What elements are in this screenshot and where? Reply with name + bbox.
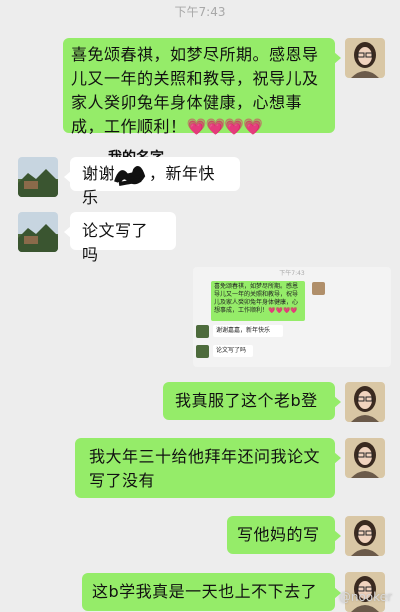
message-text: 论文写了吗 <box>82 221 149 264</box>
message-bubble-outgoing[interactable]: 我真服了这个老b登 <box>163 382 341 420</box>
redaction-scribble-icon <box>114 166 146 186</box>
embedded-avatar <box>196 345 209 358</box>
self-avatar[interactable] <box>345 516 385 556</box>
message-text: 我真服了这个老b登 <box>175 391 318 410</box>
embedded-avatar <box>196 325 209 338</box>
contact-avatar[interactable] <box>18 212 58 252</box>
self-avatar[interactable] <box>345 382 385 422</box>
message-bubble-outgoing[interactable]: 写他妈的写 <box>227 516 341 554</box>
message-bubble-outgoing[interactable]: 这b学我真是一天也上不下去了 <box>82 573 341 611</box>
message-bubble-outgoing[interactable]: 我大年三十给他拜年还问我论文写了没有 <box>75 438 341 498</box>
embedded-bubble-outgoing: 喜免颂春祺，如梦尽所期。感恩导儿又一年的关照和教导，祝导儿及家人癸卯兔年身体健康… <box>211 281 305 321</box>
image-message-screenshot[interactable]: 下午7:43 喜免颂春祺，如梦尽所期。感恩导儿又一年的关照和教导，祝导儿及家人癸… <box>193 267 391 367</box>
chat-timestamp: 下午7:43 <box>174 5 226 19</box>
contact-avatar[interactable] <box>18 157 58 197</box>
embedded-timestamp: 下午7:43 <box>279 270 305 277</box>
message-bubble-outgoing[interactable]: 喜免颂春祺，如梦尽所期。感恩导儿又一年的关照和教导，祝导儿及家人癸卯兔年身体健康… <box>63 38 341 136</box>
embedded-avatar <box>312 282 325 295</box>
message-text: 这b学我真是一天也上不下去了 <box>92 582 318 601</box>
message-text-start: 谢谢 <box>82 164 116 183</box>
self-avatar[interactable] <box>345 38 385 78</box>
embedded-bubble-incoming: 论文写了吗 <box>213 345 253 357</box>
message-text: 写他妈的写 <box>237 525 320 544</box>
message-bubble-incoming[interactable]: 论文写了吗 <box>64 212 176 264</box>
self-avatar[interactable] <box>345 438 385 478</box>
heart-emoji-icon: 💗💗💗💗 <box>186 117 264 136</box>
message-text: 我大年三十给他拜年还问我论文写了没有 <box>89 447 321 490</box>
message-bubble-incoming[interactable]: 谢谢 ，新年快乐 <box>64 157 240 207</box>
watermark: @nooker <box>338 590 392 604</box>
embedded-bubble-incoming: 谢谢嘉嘉，新年快乐 <box>213 325 283 337</box>
